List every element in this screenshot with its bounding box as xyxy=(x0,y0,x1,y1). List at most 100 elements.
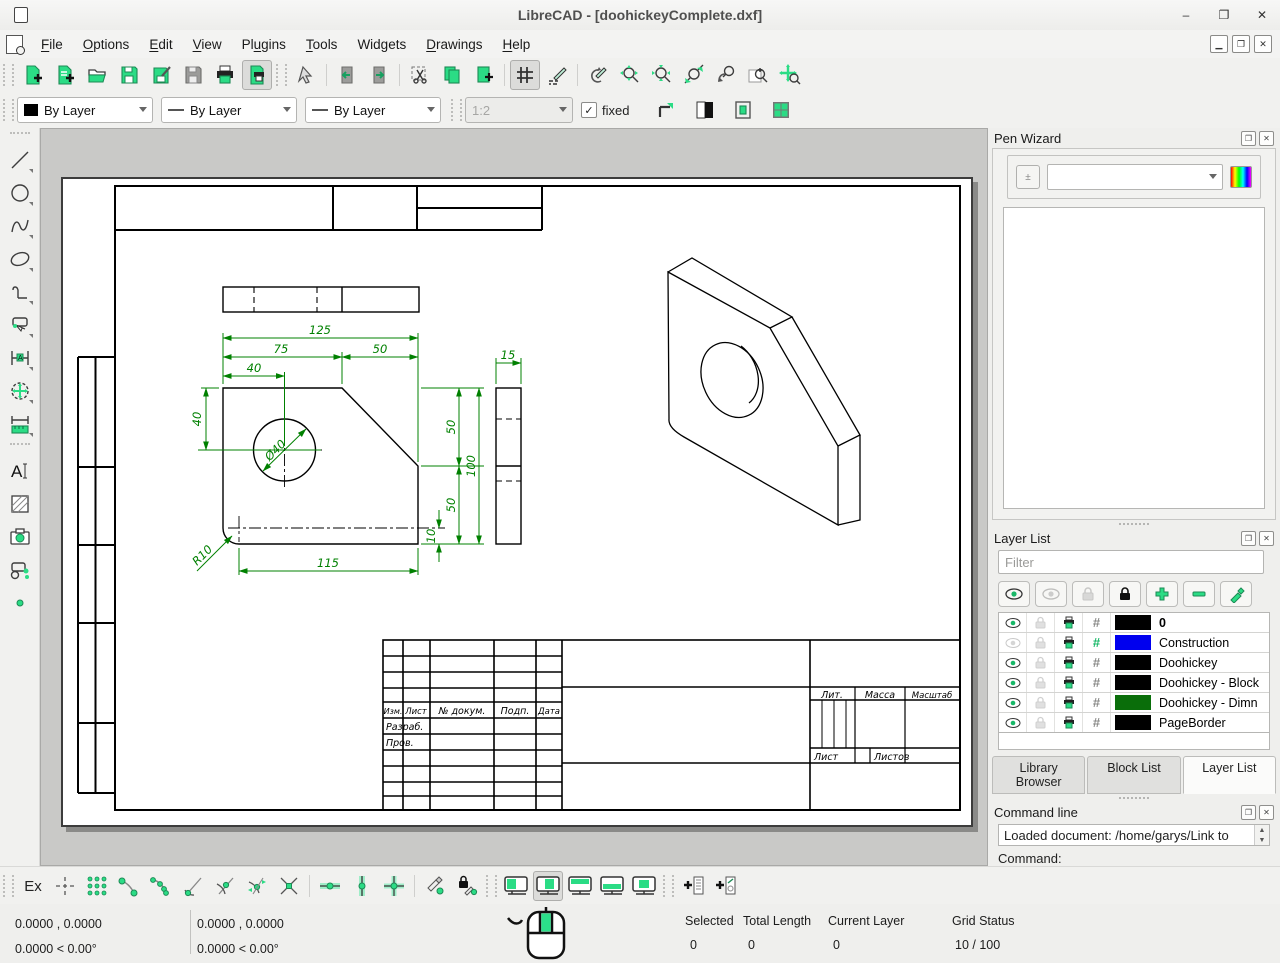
layer-construction-icon[interactable]: # xyxy=(1083,653,1111,672)
layer-row[interactable]: # Doohickey xyxy=(999,653,1269,673)
menu-widgets[interactable]: Widgets xyxy=(347,33,416,56)
drawing-canvas[interactable]: 125 75 50 40 40 Ø40 R10 115 50 50 100 10… xyxy=(40,128,988,866)
paste-button[interactable] xyxy=(469,60,499,90)
dock-splitter[interactable] xyxy=(988,520,1280,528)
layer-construction-icon[interactable]: # xyxy=(1083,673,1111,692)
layer-construction-icon[interactable]: # xyxy=(1083,713,1111,732)
open-file-button[interactable] xyxy=(82,60,112,90)
layer-visible-icon[interactable] xyxy=(999,673,1027,692)
maximize-button[interactable]: ❐ xyxy=(1216,8,1232,22)
close-panel-icon[interactable]: ✕ xyxy=(1259,131,1274,146)
add-custom-toolbar-button[interactable] xyxy=(710,871,740,901)
modify-tool-button[interactable] xyxy=(4,374,36,407)
layer-print-icon[interactable] xyxy=(1055,633,1083,652)
toolbar-handle[interactable] xyxy=(3,99,14,121)
toolbar-handle[interactable] xyxy=(486,875,497,897)
toolbar-handle[interactable] xyxy=(276,64,287,86)
zoom-window-button[interactable] xyxy=(743,60,773,90)
save-all-button[interactable] xyxy=(178,60,208,90)
zoom-pan-button[interactable] xyxy=(775,60,805,90)
unlock-all-layers-button[interactable] xyxy=(1072,581,1104,607)
dock-top-button[interactable] xyxy=(565,871,595,901)
pen-wizard-list[interactable] xyxy=(1003,207,1265,509)
zoom-out-button[interactable] xyxy=(647,60,677,90)
remove-layer-button[interactable] xyxy=(1183,581,1215,607)
modify-layer-button[interactable] xyxy=(1220,581,1252,607)
layer-visible-icon[interactable] xyxy=(999,693,1027,712)
measure-tool-button[interactable] xyxy=(4,407,36,440)
undo-button[interactable] xyxy=(332,60,362,90)
previous-view-button[interactable] xyxy=(711,60,741,90)
layer-color-swatch[interactable] xyxy=(1115,655,1151,670)
tab-layer-list[interactable]: Layer List xyxy=(1183,756,1276,794)
toolbar-handle[interactable] xyxy=(3,64,14,86)
snap-middle-button[interactable] xyxy=(210,871,240,901)
history-scroll-buttons[interactable]: ▲▼ xyxy=(1254,825,1269,845)
print-button[interactable] xyxy=(210,60,240,90)
dock-splitter[interactable] xyxy=(988,794,1280,802)
select-pointer-button[interactable] xyxy=(291,60,321,90)
save-as-button[interactable] xyxy=(146,60,176,90)
draft-lines-button[interactable] xyxy=(766,95,796,125)
pen-wizard-color-button[interactable] xyxy=(1230,166,1252,188)
corner-join-button[interactable] xyxy=(652,95,682,125)
layer-row[interactable]: # Construction xyxy=(999,633,1269,653)
dock-right-button[interactable] xyxy=(533,871,563,901)
snap-center-button[interactable] xyxy=(178,871,208,901)
dock-floating-button[interactable] xyxy=(629,871,659,901)
layer-lock-icon[interactable] xyxy=(1027,673,1055,692)
print-preview-button[interactable] xyxy=(242,60,272,90)
layer-row[interactable]: # 0 xyxy=(999,613,1269,633)
dock-left-button[interactable] xyxy=(501,871,531,901)
layer-row[interactable]: # Doohickey - Dimn xyxy=(999,693,1269,713)
pen-wizard-select[interactable] xyxy=(1047,164,1223,190)
cut-button[interactable] xyxy=(405,60,435,90)
dock-bottom-button[interactable] xyxy=(597,871,627,901)
circle-tool-button[interactable] xyxy=(4,176,36,209)
mdi-close-button[interactable]: ✕ xyxy=(1254,35,1272,53)
snap-endpoint-button[interactable] xyxy=(114,871,144,901)
layer-row[interactable]: # Doohickey - Block xyxy=(999,673,1269,693)
hatch-tool-button[interactable] xyxy=(4,487,36,520)
layer-print-icon[interactable] xyxy=(1055,613,1083,632)
block-tool-button[interactable] xyxy=(4,553,36,586)
snap-grid-button[interactable] xyxy=(82,871,112,901)
layer-color-swatch[interactable] xyxy=(1115,715,1151,730)
snap-intersection-button[interactable] xyxy=(274,871,304,901)
close-panel-icon[interactable]: ✕ xyxy=(1259,805,1274,820)
layer-lock-icon[interactable] xyxy=(1027,653,1055,672)
layer-print-icon[interactable] xyxy=(1055,673,1083,692)
pen-linetype-select[interactable]: By Layer xyxy=(305,97,441,123)
mdi-restore-button[interactable]: ❐ xyxy=(1232,35,1250,53)
copy-button[interactable] xyxy=(437,60,467,90)
new-document-button[interactable] xyxy=(18,60,48,90)
lock-relative-zero-button[interactable] xyxy=(452,871,482,901)
float-panel-icon[interactable]: ❐ xyxy=(1241,805,1256,820)
layer-visible-icon[interactable] xyxy=(999,633,1027,652)
layer-color-swatch[interactable] xyxy=(1115,615,1151,630)
menu-file[interactable]: File xyxy=(31,33,73,56)
text-tool-button[interactable]: A xyxy=(4,454,36,487)
close-panel-icon[interactable]: ✕ xyxy=(1259,531,1274,546)
menu-edit[interactable]: Edit xyxy=(139,33,182,56)
minimize-button[interactable]: – xyxy=(1178,8,1194,22)
select-tool-button[interactable] xyxy=(4,308,36,341)
snap-on-entity-button[interactable] xyxy=(146,871,176,901)
layer-print-icon[interactable] xyxy=(1055,693,1083,712)
restrict-vertical-button[interactable] xyxy=(347,871,377,901)
scroll-up-icon[interactable]: ▲ xyxy=(1259,827,1266,834)
point-tool-button[interactable] xyxy=(4,586,36,619)
toolbar-handle[interactable] xyxy=(451,99,462,121)
menu-options[interactable]: Options xyxy=(73,33,140,56)
redraw-button[interactable] xyxy=(583,60,613,90)
background-toggle-button[interactable] xyxy=(690,95,720,125)
layer-color-swatch[interactable] xyxy=(1115,675,1151,690)
add-command-widget-button[interactable] xyxy=(678,871,708,901)
toolbar-handle[interactable] xyxy=(663,875,674,897)
snap-free-button[interactable] xyxy=(50,871,80,901)
polyline-tool-button[interactable] xyxy=(4,275,36,308)
scroll-down-icon[interactable]: ▼ xyxy=(1259,837,1266,844)
exclusive-snap-button[interactable]: Ex xyxy=(18,871,48,901)
image-tool-button[interactable] xyxy=(4,520,36,553)
show-all-layers-button[interactable] xyxy=(998,581,1030,607)
